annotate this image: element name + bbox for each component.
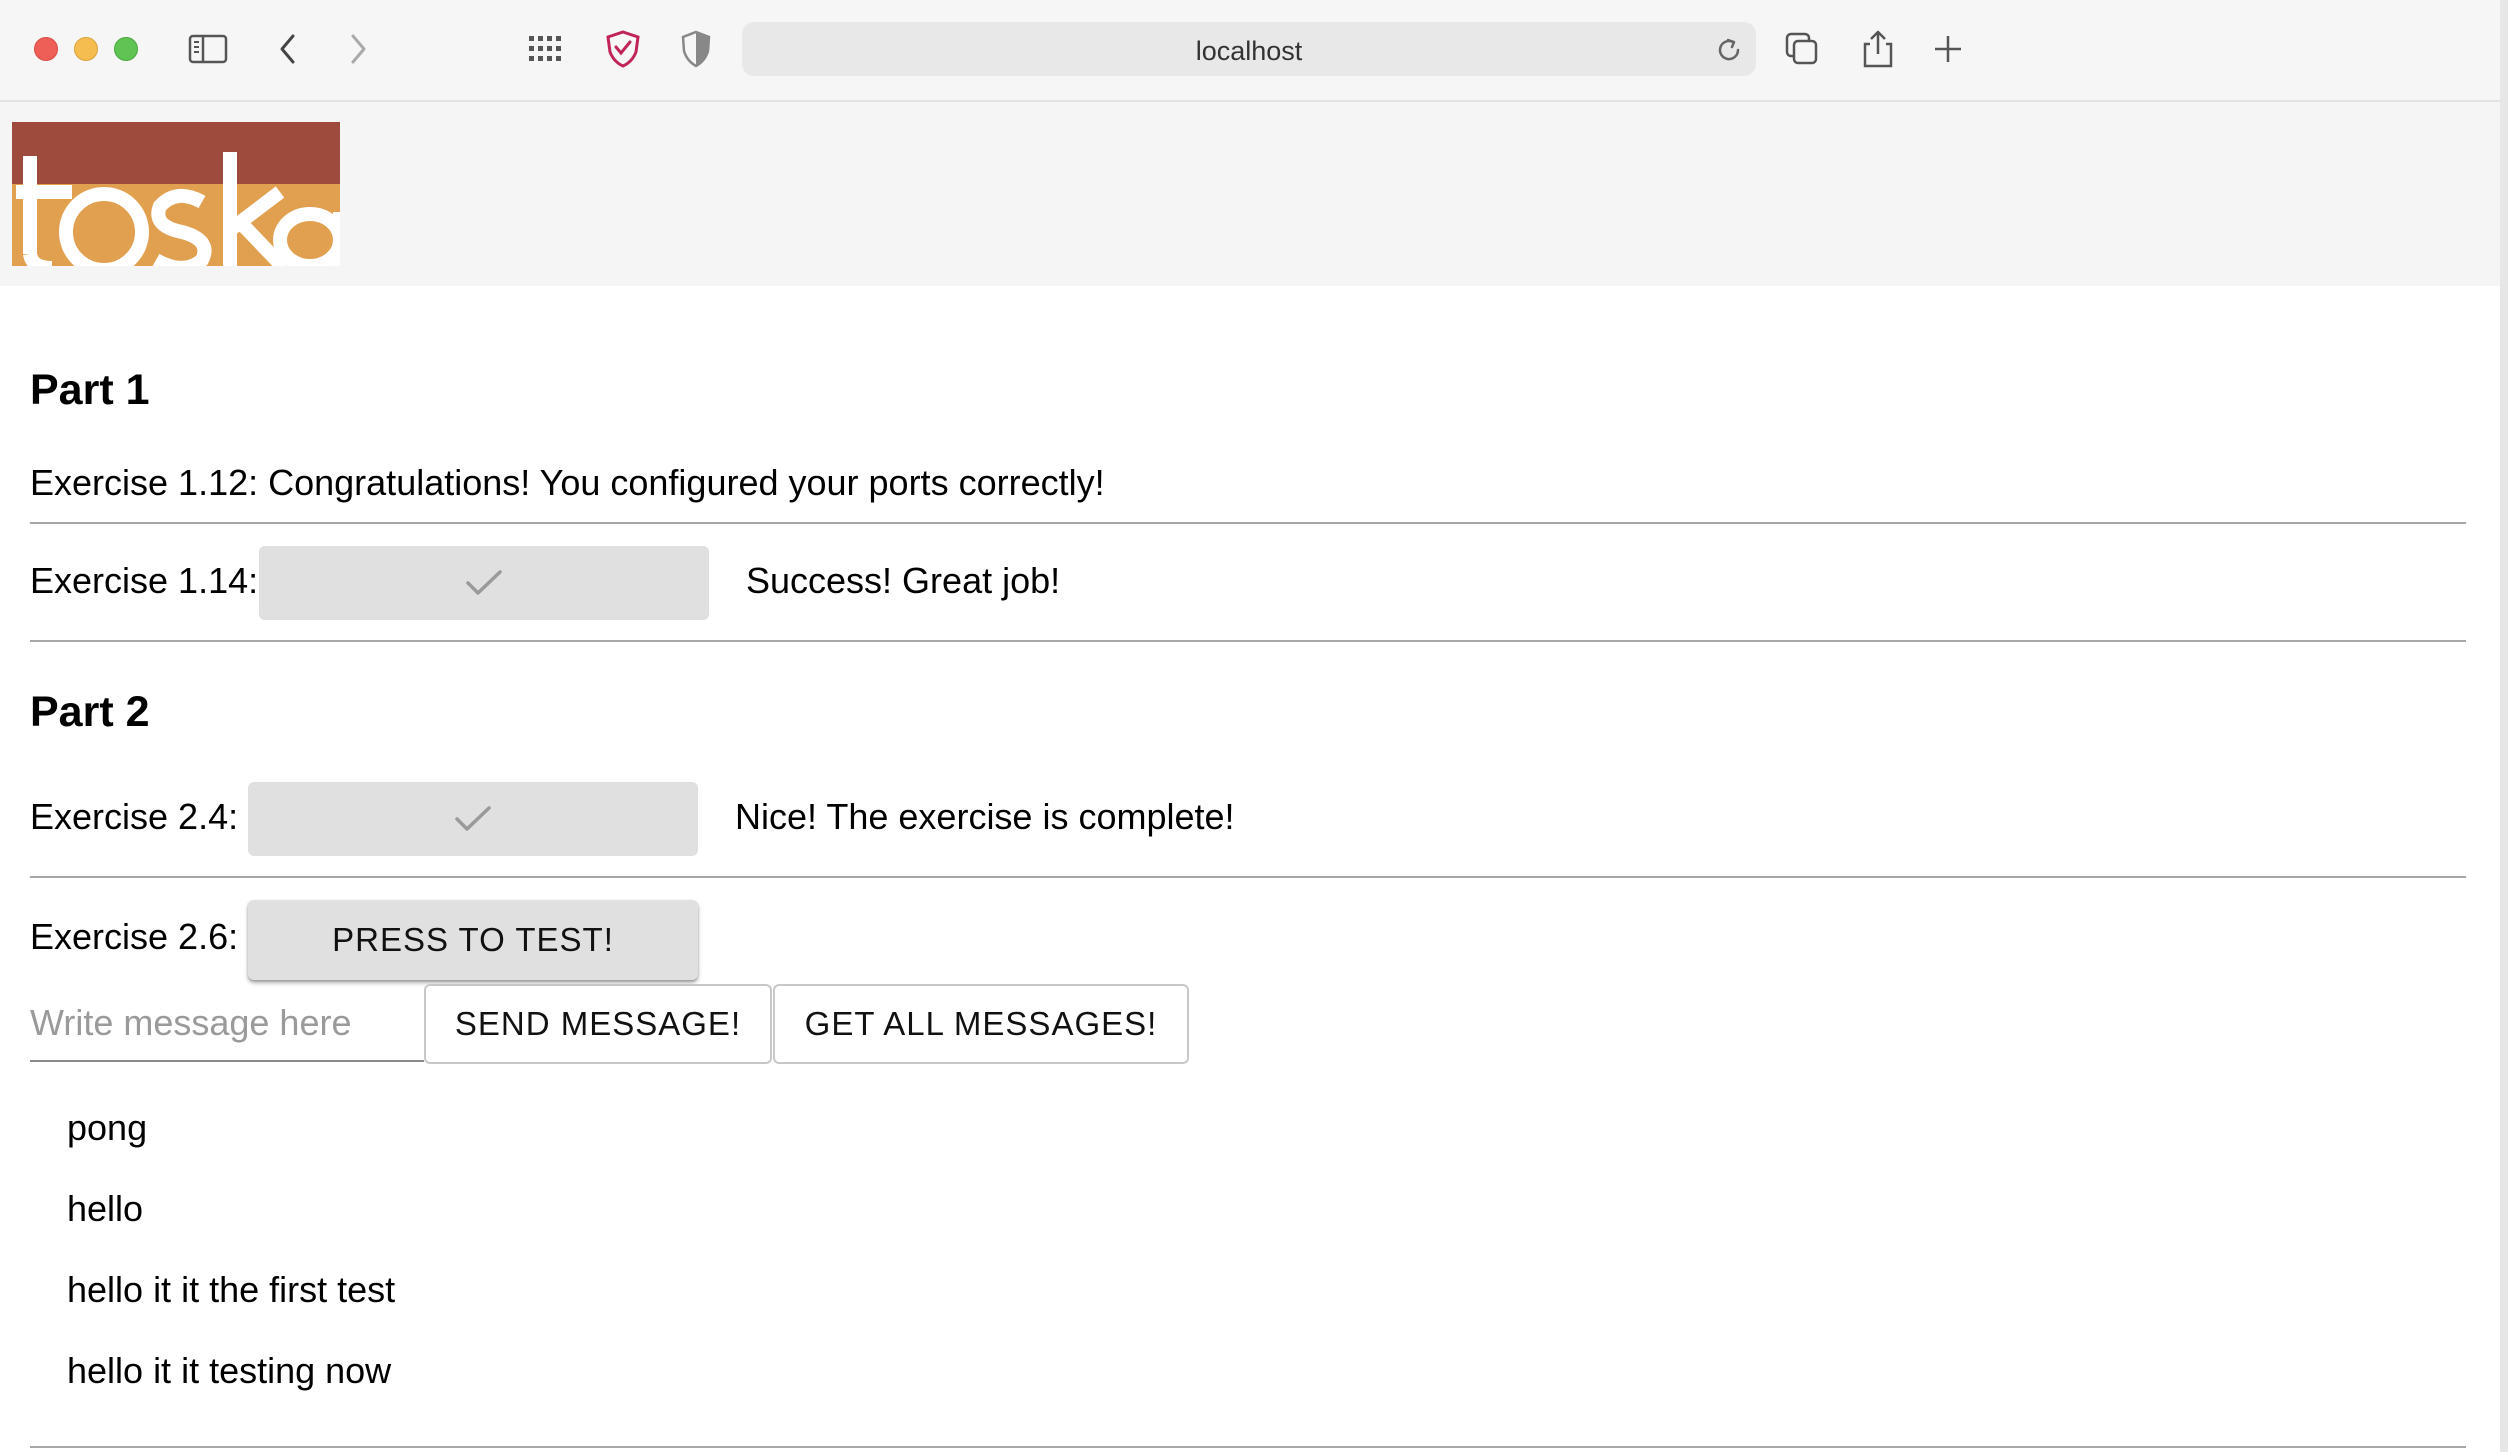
browser-toolbar: localhost xyxy=(0,0,2508,102)
list-item: pong xyxy=(67,1107,148,1148)
shield-icon[interactable] xyxy=(674,27,718,71)
back-icon[interactable] xyxy=(266,27,310,71)
exercise-1-12-result: Exercise 1.12: Congratulations! You conf… xyxy=(30,462,1105,503)
address-bar[interactable]: localhost xyxy=(742,22,1756,76)
list-item: hello it it testing now xyxy=(67,1350,392,1391)
reload-icon[interactable] xyxy=(1714,35,1744,65)
part-2-heading: Part 2 xyxy=(30,688,150,736)
toska-logo xyxy=(12,122,340,271)
list-item: hello xyxy=(67,1188,144,1229)
press-to-test-button[interactable]: PRESS TO TEST! xyxy=(248,900,698,980)
site-header xyxy=(0,102,2508,286)
checkmark-icon xyxy=(466,570,502,595)
minimize-window-button[interactable] xyxy=(74,37,98,61)
part-1-heading: Part 1 xyxy=(30,366,150,414)
message-input[interactable] xyxy=(30,986,424,1062)
get-all-messages-button[interactable]: GET ALL MESSAGES! xyxy=(773,984,1189,1064)
url-text: localhost xyxy=(1195,36,1303,66)
exercise-2-6-label: Exercise 2.6: xyxy=(30,916,239,957)
divider xyxy=(30,876,2466,878)
exercise-2-4-test-button xyxy=(248,782,698,856)
close-window-button[interactable] xyxy=(34,37,58,61)
message-list: pong hello hello it it the first test he… xyxy=(67,1098,395,1422)
exercise-1-14-status: Success! Great job! xyxy=(746,560,1061,601)
tab-overview-grid-icon[interactable] xyxy=(524,27,568,71)
exercise-2-4-status: Nice! The exercise is complete! xyxy=(735,796,1235,837)
divider xyxy=(30,522,2466,524)
checkmark-icon xyxy=(455,806,491,831)
new-tab-plus-icon[interactable] xyxy=(1926,27,1970,71)
exercise-1-14-label: Exercise 1.14: xyxy=(30,560,259,601)
zoom-window-button[interactable] xyxy=(114,37,138,61)
exercise-2-4-label: Exercise 2.4: xyxy=(30,796,239,837)
send-message-button[interactable]: SEND MESSAGE! xyxy=(424,984,772,1064)
forward-icon[interactable] xyxy=(336,27,380,71)
exercise-1-14-test-button xyxy=(259,546,709,620)
divider xyxy=(30,1446,2466,1448)
scrollbar-track[interactable] xyxy=(2500,0,2508,1452)
list-item: hello it it the first test xyxy=(67,1269,396,1310)
privacy-shield-extension-icon[interactable] xyxy=(601,27,645,71)
sidebar-toggle-icon[interactable] xyxy=(186,27,230,71)
share-icon[interactable] xyxy=(1856,27,1900,71)
tabs-icon[interactable] xyxy=(1780,27,1824,71)
divider xyxy=(30,640,2466,642)
